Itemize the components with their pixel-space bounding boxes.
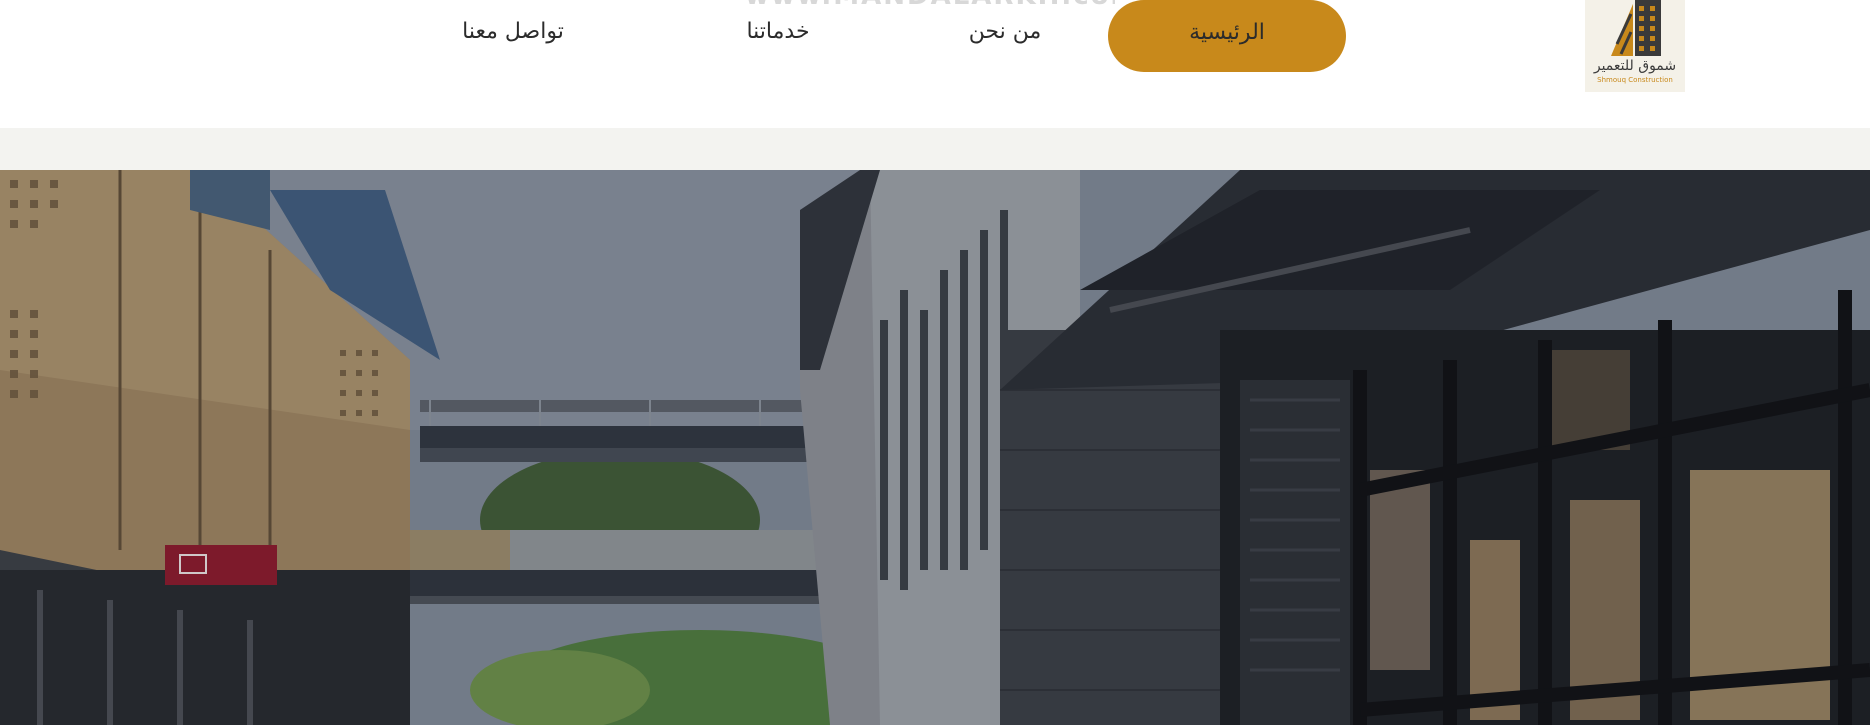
nav-item-home-label: الرئيسية: [1189, 19, 1265, 45]
header-divider-band: [0, 128, 1870, 170]
nav-item-about[interactable]: من نحن: [945, 14, 1065, 50]
street-buildings-image: [0, 170, 1870, 725]
nav-item-contact[interactable]: تواصل معنا: [448, 14, 578, 50]
nav-item-services[interactable]: خدماتنا: [718, 14, 838, 50]
site-header: www.MANDALARKH.com تواصل معنا خدماتنا من…: [0, 0, 1870, 128]
nav-item-home[interactable]: الرئيسية: [1108, 0, 1346, 72]
logo-subtitle: Shmouq Construction: [1597, 76, 1673, 84]
building-logo-icon: [1611, 0, 1661, 56]
watermark-text: www.MANDALARKH.com: [745, 0, 1115, 8]
logo-name: شموق للتعمير: [1593, 58, 1677, 74]
site-logo[interactable]: شموق للتعمير Shmouq Construction: [1585, 0, 1685, 92]
hero-image: [0, 170, 1870, 725]
